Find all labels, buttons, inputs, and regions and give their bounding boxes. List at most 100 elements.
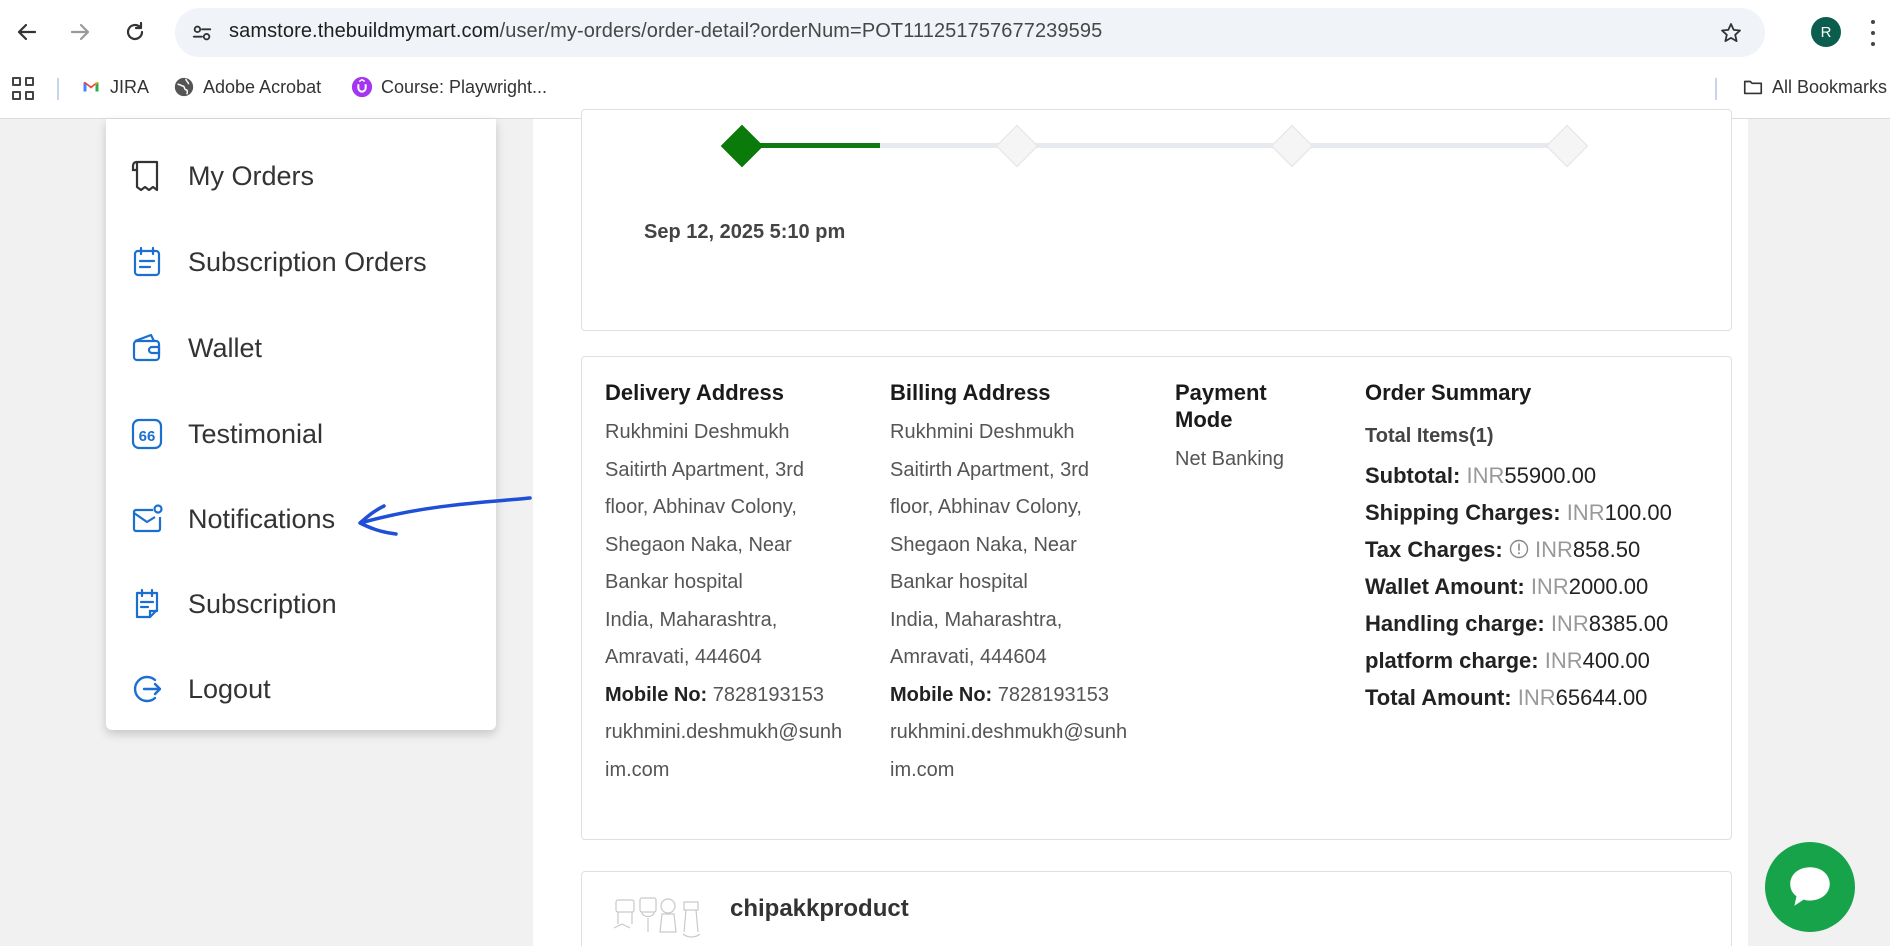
delivery-email: rukhmini.deshmukh@sunh: [605, 721, 843, 743]
subtotal-label: Subtotal:: [1365, 463, 1461, 488]
address-bar[interactable]: samstore.thebuildmymart.com/user/my-orde…: [175, 8, 1765, 57]
currency: INR: [1535, 537, 1573, 562]
all-bookmarks-button[interactable]: All Bookmarks: [1742, 76, 1887, 98]
payment-mode-value: Net Banking: [1175, 448, 1284, 470]
currency: INR: [1544, 648, 1583, 673]
chat-button[interactable]: [1765, 842, 1855, 932]
handling-row: Handling charge: INR8385.00: [1365, 611, 1668, 637]
total-value: 65644.00: [1555, 685, 1648, 710]
billing-name: Rukhmini Deshmukh: [890, 421, 1075, 443]
all-bookmarks-label: All Bookmarks: [1772, 76, 1888, 97]
subscription-doc-icon: [128, 585, 166, 623]
globe-icon: [173, 76, 195, 98]
billing-address: Rukhmini Deshmukh Saitirth Apartment, 3r…: [890, 414, 1155, 789]
sidebar-item-logout[interactable]: Logout: [106, 659, 496, 719]
platform-label: platform charge:: [1365, 648, 1539, 673]
order-summary-title: Order Summary: [1365, 380, 1532, 405]
delivery-line: India, Maharashtra,: [605, 608, 778, 631]
status-step: [995, 124, 1039, 167]
receipt-icon: [128, 157, 166, 195]
bookmark-label: JIRA: [110, 76, 150, 97]
billing-line: India, Maharashtra,: [890, 608, 1063, 631]
bookmark-jira[interactable]: JIRA: [80, 76, 149, 98]
sidebar-item-wallet[interactable]: Wallet: [106, 318, 496, 378]
delivery-line: Bankar hospital: [605, 571, 743, 593]
url-text[interactable]: samstore.thebuildmymart.com/user/my-orde…: [229, 20, 1102, 43]
sidebar-item-label: Subscription: [188, 588, 337, 619]
profile-avatar[interactable]: R: [1811, 17, 1841, 47]
delivery-email: im.com: [605, 758, 670, 781]
billing-line: Saitirth Apartment, 3rd: [890, 458, 1089, 481]
billing-line: floor, Abhinav Colony,: [890, 496, 1082, 518]
status-step: [1270, 124, 1314, 167]
order-detail-panel: Sep 12, 2025 5:10 pm Delivery Address Ru…: [533, 109, 1748, 946]
product-image[interactable]: [612, 894, 707, 944]
billing-email: rukhmini.deshmukh@sunh: [890, 721, 1128, 743]
arrow-right-icon: [70, 23, 90, 41]
bookmark-adobe-acrobat[interactable]: Adobe Acrobat: [173, 76, 321, 98]
wallet-icon: [128, 329, 166, 367]
order-info-card: Delivery Address Rukhmini Deshmukh Saiti…: [581, 356, 1732, 840]
apps-grid-icon[interactable]: [12, 77, 36, 101]
platform-row: platform charge: INR400.00: [1365, 648, 1650, 674]
product-name[interactable]: chipakkproduct: [730, 895, 909, 923]
forward-button[interactable]: [62, 14, 98, 50]
status-step: [1545, 124, 1589, 167]
chat-bubble-icon: [1790, 867, 1830, 906]
tax-value: 858.50: [1572, 537, 1641, 562]
shipping-label: Shipping Charges:: [1365, 500, 1561, 525]
sidebar-item-subscription[interactable]: Subscription: [106, 574, 496, 634]
reload-button[interactable]: [117, 14, 153, 50]
sidebar-item-label: Notifications: [188, 503, 336, 534]
quote-icon: 66: [128, 415, 166, 453]
total-row: Total Amount: INR65644.00: [1365, 685, 1647, 711]
wallet-label: Wallet Amount:: [1365, 574, 1525, 599]
tax-row: Tax Charges: INR858.50: [1365, 537, 1640, 565]
url-host: samstore.thebuildmymart.com: [229, 20, 500, 42]
wallet-row: Wallet Amount: INR2000.00: [1365, 574, 1648, 600]
bookmarks-bar: JIRA Adobe Acrobat Course: Playwright...…: [0, 72, 1890, 104]
sidebar-item-label: Subscription Orders: [188, 246, 427, 277]
currency: INR: [1517, 685, 1556, 710]
payment-mode-title: Payment Mode: [1175, 379, 1267, 433]
sidebar-item-subscription-orders[interactable]: Subscription Orders: [106, 232, 496, 292]
subtotal-row: Subtotal: INR55900.00: [1365, 463, 1596, 489]
sidebar-item-my-orders[interactable]: My Orders: [106, 146, 496, 206]
sidebar-item-label: Testimonial: [188, 418, 324, 449]
bookmark-label: Course: Playwright...: [381, 76, 548, 97]
sidebar-item-label: My Orders: [188, 160, 315, 191]
browser-chrome: samstore.thebuildmymart.com/user/my-orde…: [0, 0, 1890, 119]
bookmarks-separator: [1715, 78, 1717, 100]
total-label: Total Amount:: [1365, 685, 1512, 710]
mobile-value: 7828193153: [997, 683, 1110, 706]
reload-icon: [126, 21, 144, 41]
total-items: Total Items(1): [1365, 425, 1494, 447]
mobile-label: Mobile No:: [890, 683, 993, 706]
shipping-row: Shipping Charges: INR100.00: [1365, 500, 1672, 526]
status-step: [720, 124, 764, 167]
info-icon[interactable]: [1509, 539, 1529, 565]
platform-value: 400.00: [1582, 648, 1650, 673]
billing-mobile: Mobile No: 7828193153: [890, 677, 1155, 715]
bookmark-course-playwright[interactable]: Course: Playwright...: [351, 76, 547, 98]
sidebar-item-notifications[interactable]: Notifications: [106, 489, 496, 549]
site-settings-icon[interactable]: [189, 20, 215, 46]
delivery-line: Shegaon Naka, Near: [605, 533, 792, 556]
billing-email: im.com: [890, 758, 955, 781]
gmail-icon: [80, 76, 102, 98]
bookmark-star-icon[interactable]: [1717, 19, 1745, 47]
sidebar-item-label: Wallet: [188, 332, 263, 363]
more-menu-icon[interactable]: [1868, 20, 1878, 46]
back-button[interactable]: [9, 14, 45, 50]
handling-label: Handling charge:: [1365, 611, 1545, 636]
mobile-value: 7828193153: [712, 683, 825, 706]
status-date: Sep 12, 2025 5:10 pm: [644, 221, 846, 243]
delivery-mobile: Mobile No: 7828193153: [605, 677, 870, 715]
sidebar-item-testimonial[interactable]: 66 Testimonial: [106, 404, 496, 464]
wallet-value: 2000.00: [1568, 574, 1649, 599]
currency: INR: [1466, 463, 1505, 488]
delivery-address: Rukhmini Deshmukh Saitirth Apartment, 3r…: [605, 414, 870, 789]
billing-line: Shegaon Naka, Near: [890, 533, 1077, 556]
delivery-line: Saitirth Apartment, 3rd: [605, 458, 804, 481]
folder-icon: [1742, 76, 1764, 98]
